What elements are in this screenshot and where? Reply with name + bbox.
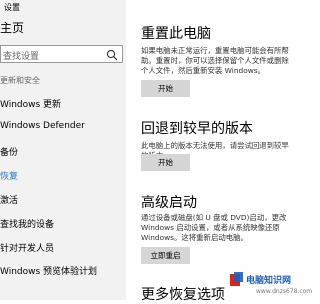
rollback-title: 回退到较早的版本	[141, 121, 253, 137]
sidebar-item-windows-defender[interactable]: Windows Defender	[0, 121, 85, 131]
search-placeholder: 查找设置	[3, 52, 40, 62]
sidebar-item-insider-program[interactable]: Windows 预览体验计划	[0, 264, 97, 277]
home-link[interactable]: 主页	[0, 19, 24, 36]
reset-start-button[interactable]: 开始	[141, 80, 190, 97]
advanced-startup-description: 通过设备或磁盘(如 U 盘或 DVD)启动，更改 Windows 启动设置，或者…	[141, 213, 287, 242]
watermark-url: www.dnzs678.com	[256, 288, 313, 295]
main-content: 重置此电脑 如果电脑未正常运行，重置电脑可能会有所帮助。重置时，你可以选择保留个…	[126, 0, 300, 303]
more-recovery-options-title: 更多恢复选项	[141, 287, 225, 303]
search-icon[interactable]	[106, 49, 118, 61]
watermark: 电脑知识网 www.dnzs678.com	[226, 268, 312, 300]
sidebar-item-for-developers[interactable]: 针对开发人员	[0, 241, 54, 254]
watermark-text: 电脑知识网	[246, 276, 292, 286]
sidebar-item-windows-update[interactable]: Windows 更新	[0, 97, 61, 110]
app-title: 设置	[4, 3, 20, 12]
sidebar: 设置 主页 查找设置 更新和安全 Windows 更新 Windows Defe…	[0, 0, 126, 300]
rollback-start-button[interactable]: 开始	[141, 154, 190, 171]
reset-description: 如果电脑未正常运行，重置电脑可能会有所帮助。重置时，你可以选择保留个人文件或删除…	[141, 46, 289, 75]
watermark-logo-icon	[230, 272, 243, 286]
search-input[interactable]: 查找设置	[0, 45, 123, 63]
sidebar-item-recovery[interactable]: 恢复	[0, 169, 18, 182]
sidebar-item-backup[interactable]: 备份	[0, 145, 18, 158]
sidebar-item-activation[interactable]: 激活	[0, 193, 18, 206]
reset-title: 重置此电脑	[141, 26, 211, 42]
advanced-startup-title: 高级启动	[141, 195, 197, 211]
category-label: 更新和安全	[0, 76, 40, 85]
sidebar-item-find-my-device[interactable]: 查找我的设备	[0, 217, 54, 230]
restart-now-button[interactable]: 立即重启	[141, 247, 190, 264]
